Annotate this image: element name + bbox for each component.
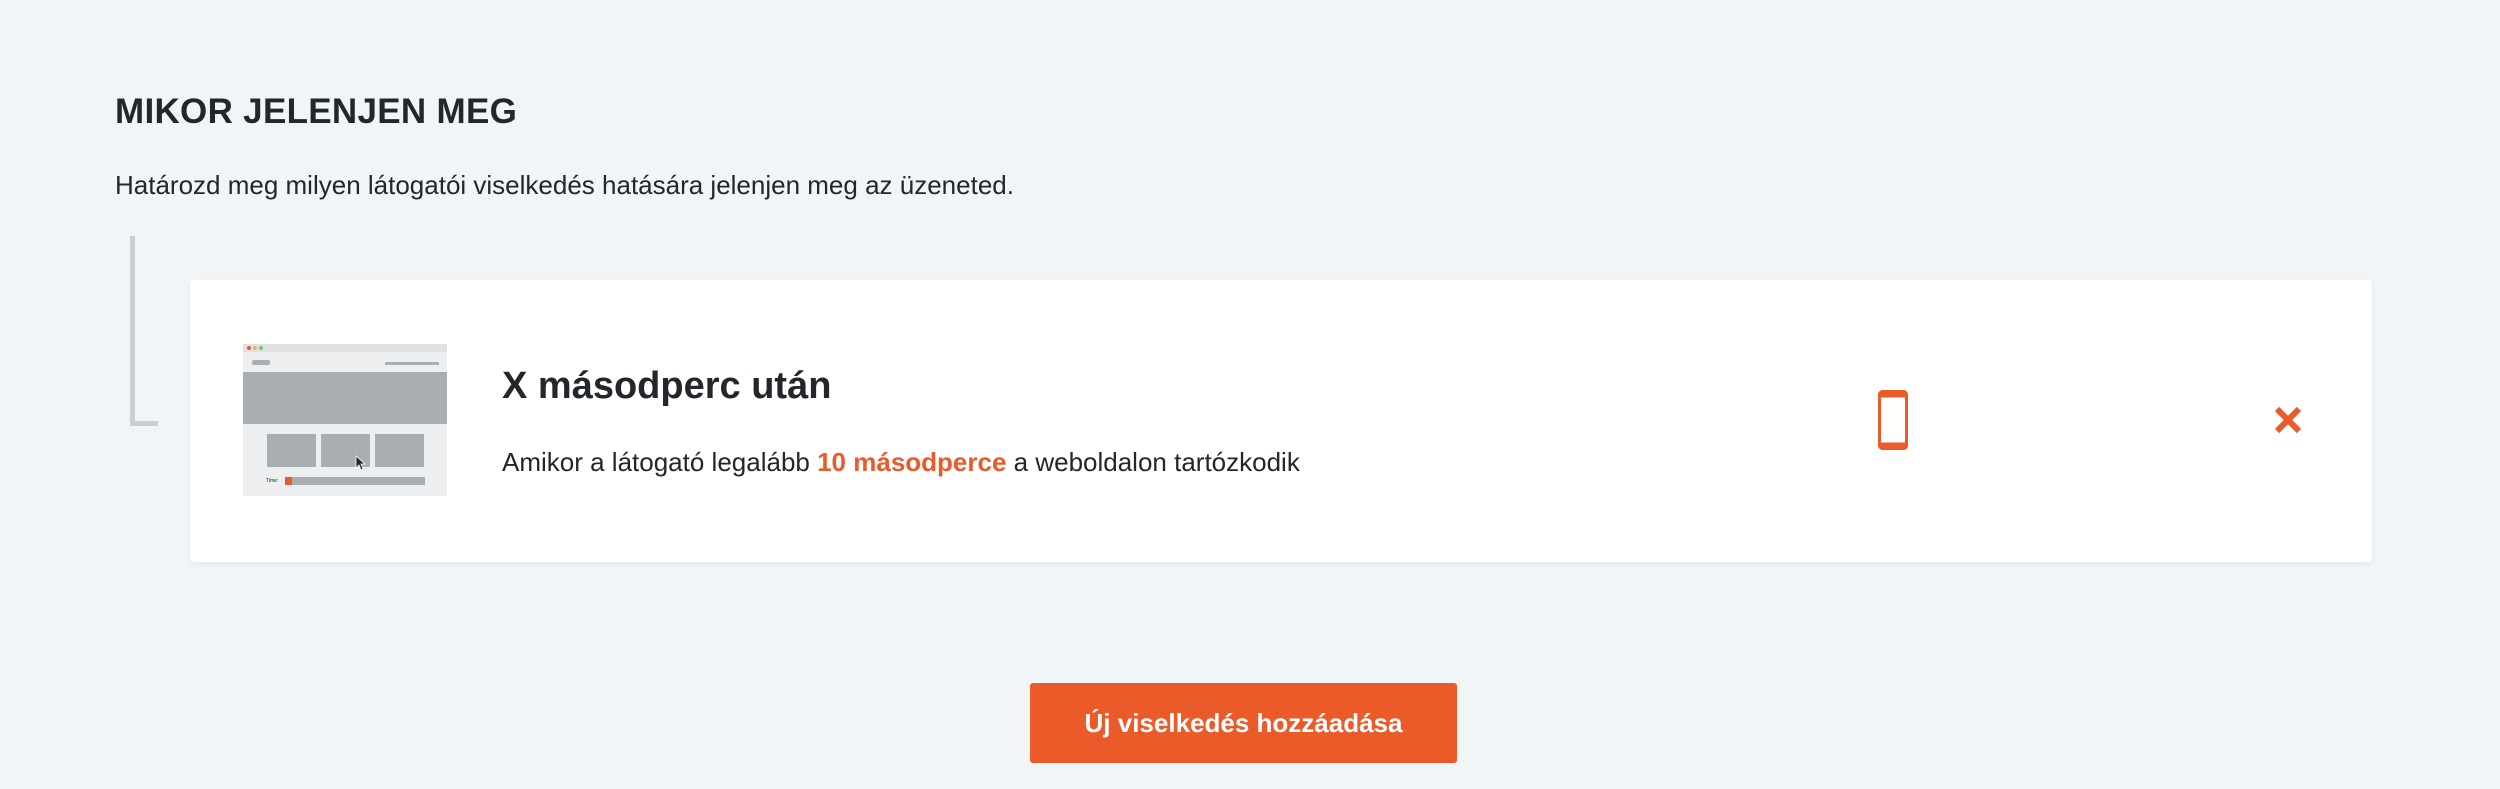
mobile-phone-icon[interactable]: [1878, 390, 1908, 450]
behavior-text-after: a weboldalon tartózkodik: [1006, 447, 1300, 477]
section-description: Határozd meg milyen látogatói viselkedés…: [115, 170, 1014, 200]
behavior-title: X másodperc után: [502, 365, 832, 407]
behavior-thumbnail: Time:: [243, 344, 447, 496]
behavior-text-highlight: 10 másodperce: [817, 447, 1007, 477]
behavior-text-before: Amikor a látogató legalább: [502, 447, 818, 477]
browser-illustration-icon: Time:: [243, 344, 447, 496]
section-title: MIKOR JELENJEN MEG: [115, 92, 518, 131]
tree-connector: [130, 236, 158, 426]
close-icon[interactable]: [2273, 405, 2303, 435]
behavior-card: Time: X másodperc után Amikor a látogató…: [190, 280, 2372, 562]
thumbnail-time-label: Time:: [266, 478, 278, 484]
behavior-description: Amikor a látogató legalább 10 másodperce…: [502, 447, 1300, 478]
add-behavior-button[interactable]: Új viselkedés hozzáadása: [1030, 683, 1457, 763]
